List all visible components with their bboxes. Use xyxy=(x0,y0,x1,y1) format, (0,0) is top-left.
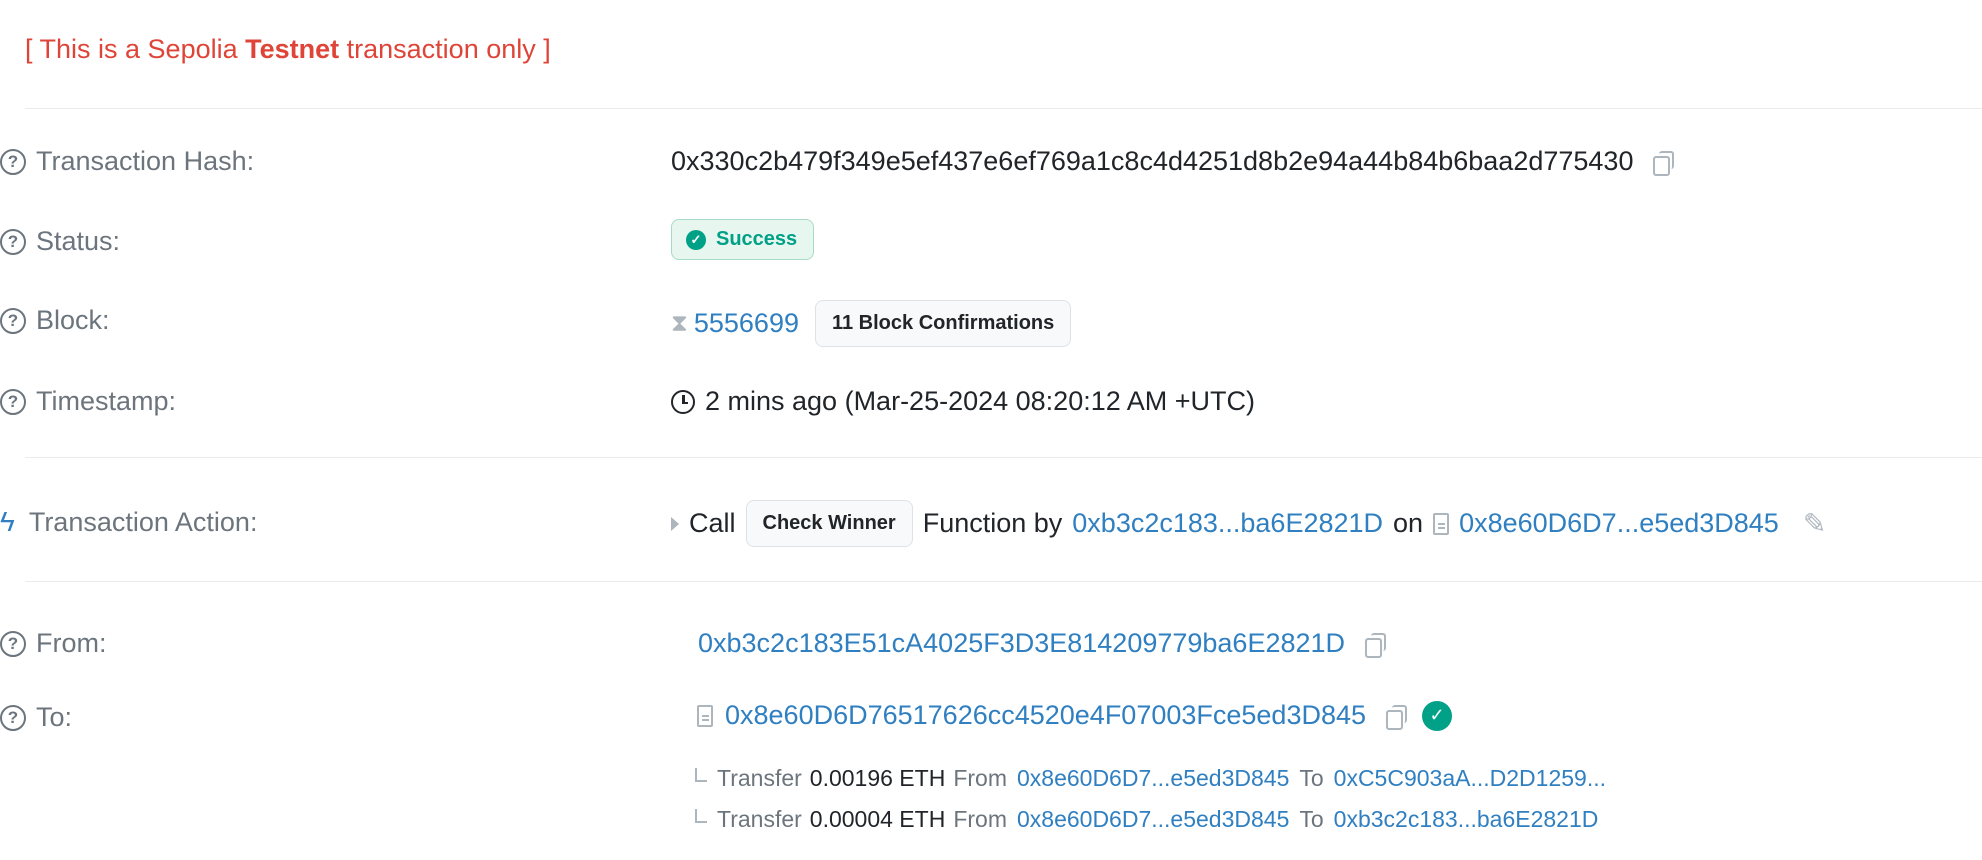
banner-bold: Testnet xyxy=(245,34,340,64)
tree-branch-icon xyxy=(695,767,707,782)
tx-hash-label-text: Transaction Hash: xyxy=(36,146,255,176)
timestamp-value-group: 2 mins ago (Mar-25-2024 08:20:12 AM +UTC… xyxy=(671,386,1255,417)
action-contract-link[interactable]: 0x8e60D6D7...e5ed3D845 xyxy=(1459,508,1779,539)
contract-document-icon xyxy=(697,704,713,727)
action-label-text: Transaction Action: xyxy=(28,506,258,537)
action-call-text: Call xyxy=(689,508,736,538)
banner-suffix: transaction only ] xyxy=(339,34,551,64)
testnet-banner: [ This is a Sepolia Testnet transaction … xyxy=(25,34,551,65)
timestamp-label: ? Timestamp: xyxy=(0,386,176,417)
copy-icon[interactable] xyxy=(1653,150,1675,176)
transfer-from-word: From xyxy=(953,765,1007,791)
status-label: ? Status: xyxy=(0,226,120,257)
function-name-badge: Check Winner xyxy=(745,500,913,547)
transfer-to-link[interactable]: 0xC5C903aA...D2D1259... xyxy=(1334,765,1606,792)
transfer-amount: 0.00196 ETH xyxy=(809,765,946,791)
help-icon[interactable]: ? xyxy=(0,388,26,415)
timestamp-value: 2 mins ago (Mar-25-2024 08:20:12 AM +UTC… xyxy=(705,386,1256,416)
transfer-word: Transfer xyxy=(717,806,802,832)
contract-document-icon xyxy=(1433,512,1450,535)
transfer-from-link[interactable]: 0x8e60D6D7...e5ed3D845 xyxy=(1017,806,1289,833)
help-icon[interactable]: ? xyxy=(0,630,26,657)
to-label-text: To: xyxy=(36,702,73,732)
block-confirmations-badge: 11 Block Confirmations xyxy=(814,300,1072,347)
transfer-to-word: To xyxy=(1299,765,1324,791)
status-label-text: Status: xyxy=(36,226,121,256)
check-circle-icon: ✓ xyxy=(686,229,706,250)
action-value-group: Call Check Winner Function by 0xb3c2c183… xyxy=(671,500,1826,547)
status-text: Success xyxy=(716,228,798,250)
block-label: ? Block: xyxy=(0,305,110,336)
transfer-from-word: From xyxy=(953,806,1007,832)
tree-branch-icon xyxy=(695,808,707,823)
block-number-link[interactable]: 5556699 xyxy=(694,308,799,339)
action-from-link[interactable]: 0xb3c2c183...ba6E2821D xyxy=(1072,508,1383,539)
clock-icon xyxy=(671,389,695,414)
divider xyxy=(25,108,1982,109)
divider xyxy=(25,581,1982,582)
from-label: ? From: xyxy=(0,628,107,659)
pencil-icon[interactable]: ✎ xyxy=(1803,507,1826,540)
tx-hash-value: 0x330c2b479f349e5ef437e6ef769a1c8c4d4251… xyxy=(671,146,1634,176)
action-label: ϟ Transaction Action: xyxy=(0,506,257,538)
status-badge: ✓ Success xyxy=(671,219,815,260)
internal-transfer-row: Transfer 0.00196 ETH From 0x8e60D6D7...e… xyxy=(695,765,1616,792)
block-label-text: Block: xyxy=(36,305,110,335)
help-icon[interactable]: ? xyxy=(0,228,26,255)
banner-prefix: [ This is a Sepolia xyxy=(25,34,246,64)
help-icon[interactable]: ? xyxy=(0,307,26,334)
lightning-icon: ϟ xyxy=(0,506,15,537)
help-icon[interactable]: ? xyxy=(0,704,26,731)
transfer-to-word: To xyxy=(1299,806,1324,832)
internal-transfer-row: Transfer 0.00004 ETH From 0x8e60D6D7...e… xyxy=(695,806,1608,833)
copy-icon[interactable] xyxy=(1365,632,1387,658)
to-address-link[interactable]: 0x8e60D6D76517626cc4520e4F07003Fce5ed3D8… xyxy=(725,700,1366,731)
timestamp-label-text: Timestamp: xyxy=(36,386,177,416)
to-label: ? To: xyxy=(0,702,72,733)
verified-check-icon: ✓ xyxy=(1422,700,1453,731)
help-icon[interactable]: ? xyxy=(0,148,26,175)
from-value-group: 0xb3c2c183E51cA4025F3D3E814209779ba6E282… xyxy=(698,628,1387,659)
action-by-text: Function by xyxy=(922,508,1063,538)
block-value-group: ⧗ 5556699 11 Block Confirmations xyxy=(671,300,1072,347)
transfer-word: Transfer xyxy=(717,765,802,791)
from-label-text: From: xyxy=(36,628,107,658)
divider xyxy=(25,457,1982,458)
to-value-group: 0x8e60D6D76517626cc4520e4F07003Fce5ed3D8… xyxy=(697,700,1453,731)
status-value-group: ✓ Success xyxy=(671,219,815,260)
transaction-details: [ This is a Sepolia Testnet transaction … xyxy=(0,0,1982,860)
from-address-link[interactable]: 0xb3c2c183E51cA4025F3D3E814209779ba6E282… xyxy=(698,628,1345,659)
action-on-text: on xyxy=(1393,508,1424,538)
tx-hash-value-group: 0x330c2b479f349e5ef437e6ef769a1c8c4d4251… xyxy=(671,146,1675,177)
transfer-amount: 0.00004 ETH xyxy=(809,806,946,832)
caret-right-icon[interactable] xyxy=(671,516,679,531)
tx-hash-label: ? Transaction Hash: xyxy=(0,146,254,177)
transfer-from-link[interactable]: 0x8e60D6D7...e5ed3D845 xyxy=(1017,765,1289,792)
hourglass-icon: ⧗ xyxy=(671,309,688,337)
transfer-to-link[interactable]: 0xb3c2c183...ba6E2821D xyxy=(1334,806,1599,833)
copy-icon[interactable] xyxy=(1386,704,1408,730)
